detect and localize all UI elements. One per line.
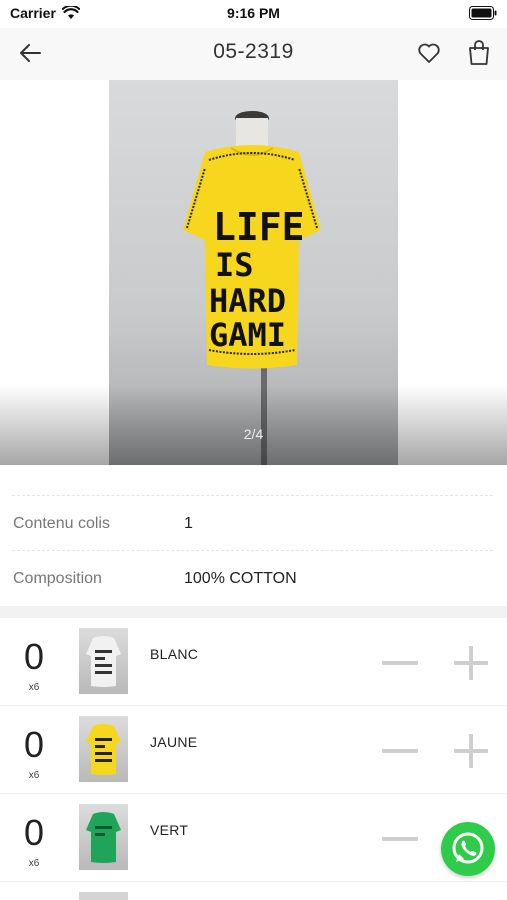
variant-row-vert: 0 x6 VERT [0,794,507,882]
divider [12,550,493,551]
variant-row-jaune: 0 x6 JAUNE [0,706,507,794]
pack-size: x6 [28,858,40,869]
navigation-bar: 05-2319 [0,28,507,80]
variant-thumbnail[interactable] [79,804,128,870]
decrement-button[interactable] [382,658,418,668]
gallery-shade [0,385,507,465]
section-separator [0,606,507,618]
arrow-left-icon[interactable] [18,40,44,66]
divider [12,495,493,496]
tshirt-thumbnail-icon [86,812,121,863]
variant-thumbnail[interactable] [79,716,128,782]
print-line-3: HARD [209,282,286,320]
print-line-4: GAMI [209,316,286,354]
increment-button[interactable] [454,734,488,768]
print-line-2: IS [215,246,254,284]
pack-size: x6 [28,770,40,781]
detail-value-composition: 100% COTTON [184,570,297,587]
variant-thumbnail[interactable] [79,892,128,900]
image-page-indicator: 2/4 [243,426,264,442]
status-bar: Carrier 9:16 PM [0,0,507,28]
color-name: BLANC [150,646,199,662]
detail-label-composition: Composition [13,570,102,587]
variant-row-blanc: 0 x6 BLANC [0,618,507,706]
tshirt-thumbnail-icon [86,636,121,687]
whatsapp-icon [452,832,484,864]
color-name: VERT [150,822,189,838]
quantity-value: 0 [23,636,45,677]
clock: 9:16 PM [227,5,280,21]
decrement-button[interactable] [382,746,418,756]
shopping-bag-icon[interactable] [466,38,492,66]
detail-value-package: 1 [184,515,193,532]
tshirt-thumbnail-icon [86,724,121,775]
color-name: JAUNE [150,734,198,750]
battery-icon [469,6,497,20]
decrement-button[interactable] [382,834,418,844]
heart-icon[interactable] [416,40,442,66]
variant-thumbnail[interactable] [79,628,128,694]
product-image-gallery[interactable]: LIFE IS HARD GAMI 2/4 [0,80,507,465]
print-line-1: LIFE [213,205,305,249]
increment-button[interactable] [454,646,488,680]
detail-label-package: Contenu colis [13,515,110,532]
pack-size: x6 [28,682,40,693]
whatsapp-button[interactable] [441,822,495,876]
quantity-value: 0 [23,724,45,765]
quantity-value: 0 [23,812,45,853]
